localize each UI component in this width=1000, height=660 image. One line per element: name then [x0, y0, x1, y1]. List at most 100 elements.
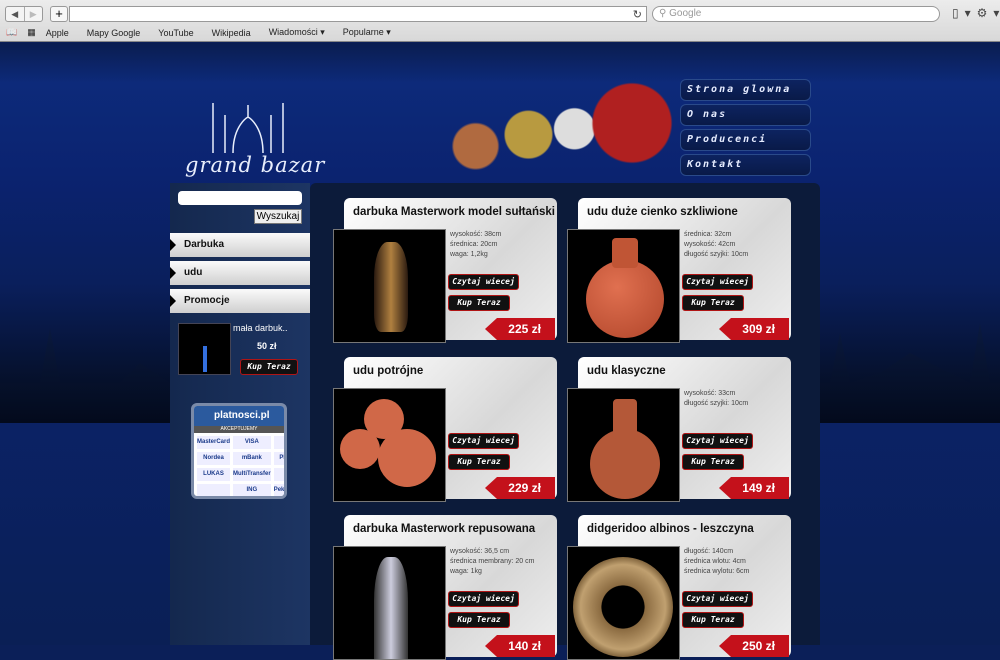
bookmark-wikipedia[interactable]: Wikipedia [212, 28, 251, 38]
nav-about[interactable]: O nas [680, 104, 811, 126]
product-card: darbuka Masterwork repusowana wysokość: … [333, 515, 557, 660]
bookmarks-bar: 📖 ▦ Apple Mapy Google YouTube Wikipedia … [6, 27, 409, 38]
product-title[interactable]: didgeridoo albinos - leszczyna [587, 523, 754, 535]
product-card: udu duże cienko szkliwione średnica: 32c… [567, 198, 791, 343]
product-spec: długość szyjki: 10cm [684, 400, 749, 407]
search-placeholder: Google [669, 8, 702, 19]
promo-product-name[interactable]: mała darbuk.. [233, 323, 288, 333]
product-card: udu potrójne Czytaj wiecej Kup Teraz 229… [333, 357, 557, 502]
product-spec: długość: 140cm [684, 548, 734, 555]
product-card: udu klasyczne wysokość: 33cm długość szyj… [567, 357, 791, 502]
product-specs: średnica: 32cm wysokość: 42cm długość szyj… [684, 230, 748, 260]
bank-logo: mBank [233, 452, 271, 465]
product-title[interactable]: udu duże cienko szkliwione [587, 206, 738, 218]
back-button[interactable]: ◀ [6, 7, 24, 21]
bookmark-popular[interactable]: Popularne ▾ [343, 27, 391, 38]
top-sites-icon[interactable]: ▦ [27, 27, 36, 38]
bank-logo: MasterCard [197, 436, 231, 449]
payment-accept-label: AKCEPTUJEMY [194, 426, 284, 433]
price-tag: 225 zł [485, 318, 555, 340]
product-spec: wysokość: 38cm [450, 231, 502, 238]
bookmark-news[interactable]: Wiadomości ▾ [269, 27, 325, 38]
search-icon: ⚲ [659, 8, 670, 19]
browser-search-input[interactable]: ⚲ Google [652, 6, 940, 22]
search-button[interactable]: Wyszukaj [254, 209, 302, 224]
category-promocje[interactable]: Promocje [170, 289, 310, 313]
price-tag: 309 zł [719, 318, 789, 340]
bank-logo: Nordea [197, 452, 231, 465]
read-more-button[interactable]: Czytaj wiecej [682, 433, 753, 449]
new-tab-button[interactable]: + [50, 6, 68, 22]
buy-now-button[interactable]: Kup Teraz [448, 612, 510, 628]
buy-now-button[interactable]: Kup Teraz [682, 295, 744, 311]
category-udu[interactable]: udu [170, 261, 310, 285]
forward-button[interactable]: ▶ [23, 7, 43, 21]
gear-icon[interactable]: ⚙▾ [977, 6, 1000, 20]
main-nav: Strona glowna O nas Producenci Kontakt [680, 79, 811, 179]
product-spec: wysokość: 36,5 cm [450, 548, 510, 555]
promo-product-price: 50 zł [257, 341, 277, 351]
product-title[interactable]: darbuka Masterwork model sułtański [353, 206, 555, 218]
product-spec: średnica: 32cm [684, 231, 732, 238]
nav-contact[interactable]: Kontakt [680, 154, 811, 176]
bank-logo: PKO [273, 452, 284, 465]
product-specs: wysokość: 33cm długość szyjki: 10cm [684, 389, 748, 409]
logo-text: grand bazar [185, 153, 326, 177]
buy-now-button[interactable]: Kup Teraz [448, 454, 510, 470]
read-more-button[interactable]: Czytaj wiecej [448, 591, 519, 607]
address-bar[interactable]: ↻ [69, 6, 647, 22]
category-darbuka[interactable]: Darbuka [170, 233, 310, 257]
price-tag: 250 zł [719, 635, 789, 657]
bookmark-apple[interactable]: Apple [46, 28, 69, 38]
product-title[interactable]: udu klasyczne [587, 365, 666, 377]
product-title[interactable]: udu potrójne [353, 365, 423, 377]
product-image[interactable] [567, 546, 680, 660]
buy-now-button[interactable]: Kup Teraz [448, 295, 510, 311]
bookmark-youtube[interactable]: YouTube [158, 28, 193, 38]
bank-logo [273, 436, 284, 449]
site-logo[interactable]: grand bazar [185, 95, 330, 177]
price-tag: 149 zł [719, 477, 789, 499]
price-tag: 229 zł [485, 477, 555, 499]
nav-home[interactable]: Strona glowna [680, 79, 811, 101]
page-icon[interactable]: ▯▾ [952, 6, 977, 20]
bank-logo [197, 484, 231, 496]
bookmark-maps[interactable]: Mapy Google [87, 28, 141, 38]
product-image[interactable] [333, 388, 446, 502]
nav-producers[interactable]: Producenci [680, 129, 811, 151]
product-spec: średnica: 20cm [450, 241, 498, 248]
read-more-button[interactable]: Czytaj wiecej [448, 274, 519, 290]
history-buttons: ◀ ▶ [5, 6, 43, 22]
reload-icon[interactable]: ↻ [633, 8, 642, 21]
product-specs: wysokość: 36,5 cm średnica membrany: 20 c… [450, 547, 534, 577]
product-card: didgeridoo albinos - leszczyna długość: … [567, 515, 791, 660]
product-spec: wysokość: 42cm [684, 241, 736, 248]
buy-now-button[interactable]: Kup Teraz [682, 454, 744, 470]
promo-buy-button[interactable]: Kup Teraz [240, 359, 298, 375]
header-drums-image [448, 65, 678, 181]
product-spec: średnica wlotu: 4cm [684, 558, 746, 565]
buy-now-button[interactable]: Kup Teraz [682, 612, 744, 628]
product-image[interactable] [333, 229, 446, 343]
price-tag: 140 zł [485, 635, 555, 657]
reading-list-icon[interactable]: 📖 [6, 27, 17, 38]
read-more-button[interactable]: Czytaj wiecej [682, 274, 753, 290]
web-page: grand bazar Strona glowna O nas Producen… [0, 43, 1000, 660]
product-spec: wysokość: 33cm [684, 390, 736, 397]
product-image[interactable] [567, 388, 680, 502]
read-more-button[interactable]: Czytaj wiecej [448, 433, 519, 449]
product-specs: wysokość: 38cm średnica: 20cm waga: 1,2kg [450, 230, 501, 260]
product-image[interactable] [333, 546, 446, 660]
promo-product-image[interactable] [178, 323, 231, 375]
product-image[interactable] [567, 229, 680, 343]
bank-logo: ING [233, 484, 271, 496]
search-input[interactable] [178, 191, 302, 205]
product-card: darbuka Masterwork model sułtański wysok… [333, 198, 557, 343]
product-title[interactable]: darbuka Masterwork repusowana [353, 523, 535, 535]
payment-badge[interactable]: platnosci.pl AKCEPTUJEMY MasterCard VISA N… [191, 403, 287, 499]
product-spec: średnica wylotu: 6cm [684, 568, 750, 575]
product-spec: długość szyjki: 10cm [684, 251, 749, 258]
read-more-button[interactable]: Czytaj wiecej [682, 591, 753, 607]
product-grid: darbuka Masterwork model sułtański wysok… [310, 183, 820, 660]
product-specs: długość: 140cm średnica wlotu: 4cm średnic… [684, 547, 749, 577]
